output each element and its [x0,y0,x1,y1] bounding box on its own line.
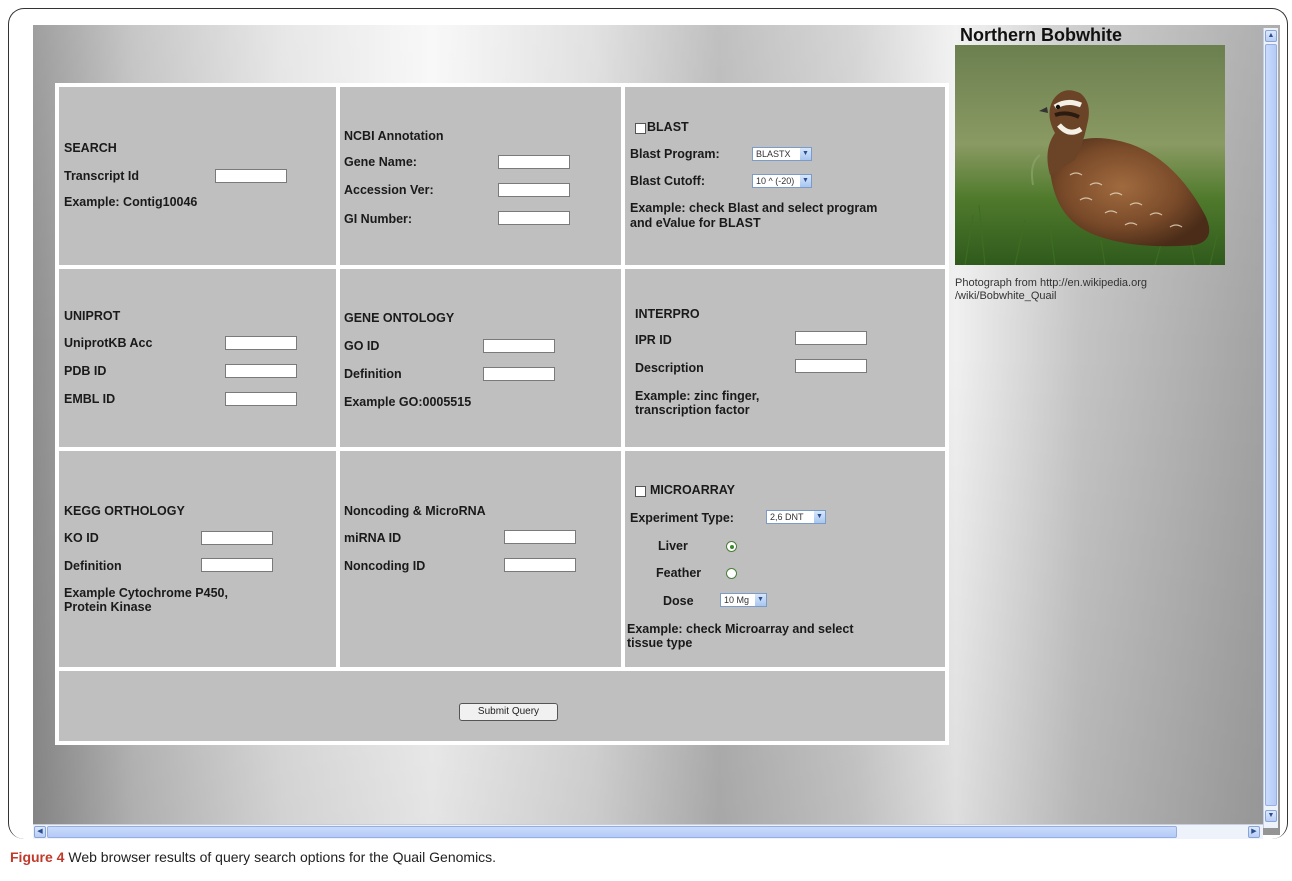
blast-program-value: BLASTX [756,149,791,159]
dose-label: Dose [663,594,694,608]
arrow-right-icon[interactable]: ▶ [1248,826,1260,838]
arrow-left-icon[interactable]: ◀ [34,826,46,838]
vertical-scrollbar[interactable]: ▲ ▼ [1263,28,1278,828]
go-definition-input[interactable] [483,367,555,381]
interpro-description-input[interactable] [795,359,867,373]
mirna-id-input[interactable] [504,530,576,544]
experiment-type-value: 2,6 DNT [770,512,804,522]
blast-checkbox[interactable] [635,123,646,134]
blast-program-label: Blast Program: [630,147,720,161]
chevron-down-icon: ▼ [814,511,825,523]
gi-number-input[interactable] [498,211,570,225]
kegg-definition-label: Definition [64,559,122,573]
blast-checkbox-label: BLAST [647,120,689,134]
query-form-table: SEARCH Transcript Id Example: Contig1004… [55,83,949,745]
search-cell: SEARCH Transcript Id Example: Contig1004… [59,87,336,265]
microarray-cell: MICROARRAY Experiment Type: 2,6 DNT ▼ Liv… [625,451,945,667]
gene-name-label: Gene Name: [344,155,417,169]
photo-caption-line2: /wiki/Bobwhite_Quail [955,290,1057,302]
dose-select[interactable]: 10 Mg ▼ [720,593,767,607]
kegg-cell: KEGG ORTHOLOGY KO ID Definition Example … [59,451,336,667]
photo-caption: Photograph from http://en.wikipedia.org … [955,277,1147,303]
noncoding-id-label: Noncoding ID [344,559,426,573]
arrow-up-icon[interactable]: ▲ [1265,30,1277,42]
figure-caption: Figure 4 Web browser results of query se… [10,849,496,865]
blast-cutoff-label: Blast Cutoff: [630,174,705,188]
chevron-down-icon: ▼ [800,175,811,187]
uniprotkb-acc-label: UniprotKB Acc [64,336,153,350]
gene-ontology-cell: GENE ONTOLOGY GO ID Definition Example G… [340,269,621,447]
transcript-id-label: Transcript Id [64,169,140,183]
uniprot-title: UNIPROT [64,309,121,323]
horizontal-scrollbar[interactable]: ◀ ▶ [33,824,1263,839]
interpro-example-line2: transcription factor [635,403,750,417]
search-title: SEARCH [64,141,117,155]
sidebar-title: Northern Bobwhite [960,25,1122,45]
gi-number-label: GI Number: [344,212,413,226]
pdb-id-input[interactable] [225,364,297,378]
noncoding-cell: Noncoding & MicroRNA miRNA ID Noncoding … [340,451,621,667]
ipr-id-input[interactable] [795,331,867,345]
gene-name-input[interactable] [498,155,570,169]
blast-cutoff-value: 10 ^ (-20) [756,176,795,186]
uniprot-cell: UNIPROT UniprotKB Acc PDB ID EMBL ID [59,269,336,447]
arrow-down-icon[interactable]: ▼ [1265,810,1277,822]
embl-id-input[interactable] [225,392,297,406]
gene-ontology-title: GENE ONTOLOGY [344,311,455,325]
blast-example-line1: Example: check Blast and select program [630,201,878,215]
go-id-input[interactable] [483,339,555,353]
accession-input[interactable] [498,183,570,197]
interpro-cell: INTERPRO IPR ID Description Example: zin… [625,269,945,447]
kegg-definition-input[interactable] [201,558,273,572]
microarray-checkbox-label: MICROARRAY [650,483,735,497]
experiment-type-select[interactable]: 2,6 DNT ▼ [766,510,826,524]
ncbi-cell: NCBI Annotation Gene Name: Accession Ver… [340,87,621,265]
mirna-id-label: miRNA ID [344,531,402,545]
figure-caption-text: Web browser results of query search opti… [64,849,497,865]
interpro-title: INTERPRO [635,307,700,321]
blast-program-select[interactable]: BLASTX ▼ [752,147,812,161]
bobwhite-photo [955,45,1225,265]
submit-cell: Submit Query [59,671,945,741]
liver-radio[interactable] [726,541,737,552]
experiment-type-label: Experiment Type: [630,511,734,525]
blast-cutoff-select[interactable]: 10 ^ (-20) ▼ [752,174,812,188]
chevron-down-icon: ▼ [755,594,766,606]
kegg-example-line1: Example Cytochrome P450, [64,586,228,600]
submit-query-button[interactable]: Submit Query [459,703,558,721]
interpro-example-line1: Example: zinc finger, [635,389,760,403]
microarray-example-line1: Example: check Microarray and select [627,622,854,636]
uniprotkb-acc-input[interactable] [225,336,297,350]
noncoding-title: Noncoding & MicroRNA [344,504,486,518]
microarray-checkbox[interactable] [635,486,646,497]
chevron-down-icon: ▼ [800,148,811,160]
interpro-description-label: Description [635,361,704,375]
transcript-id-input[interactable] [215,169,287,183]
feather-label: Feather [656,566,702,580]
search-example: Example: Contig10046 [64,195,198,209]
horizontal-scroll-thumb[interactable] [47,826,1177,838]
photo-caption-line1: Photograph from http://en.wikipedia.org [955,277,1148,289]
blast-cell: BLAST Blast Program: BLASTX ▼ Blast Cutof… [625,87,945,265]
go-definition-label: Definition [344,367,402,381]
ko-id-input[interactable] [201,531,273,545]
dose-value: 10 Mg [724,595,750,605]
go-id-label: GO ID [344,339,380,353]
embl-id-label: EMBL ID [64,392,116,406]
blast-example-line2: and eValue for BLAST [630,216,761,230]
ko-id-label: KO ID [64,531,99,545]
pdb-id-label: PDB ID [64,364,107,378]
ncbi-title: NCBI Annotation [344,129,444,143]
accession-label: Accession Ver: [344,183,434,197]
feather-radio[interactable] [726,568,737,579]
microarray-example-line2: tissue type [627,636,693,650]
liver-label: Liver [658,539,688,553]
kegg-example-line2: Protein Kinase [64,600,152,614]
vertical-scroll-thumb[interactable] [1265,44,1277,806]
ipr-id-label: IPR ID [635,333,672,347]
go-example: Example GO:0005515 [344,395,472,409]
figure-label: Figure 4 [10,849,65,865]
noncoding-id-input[interactable] [504,558,576,572]
kegg-title: KEGG ORTHOLOGY [64,504,185,518]
